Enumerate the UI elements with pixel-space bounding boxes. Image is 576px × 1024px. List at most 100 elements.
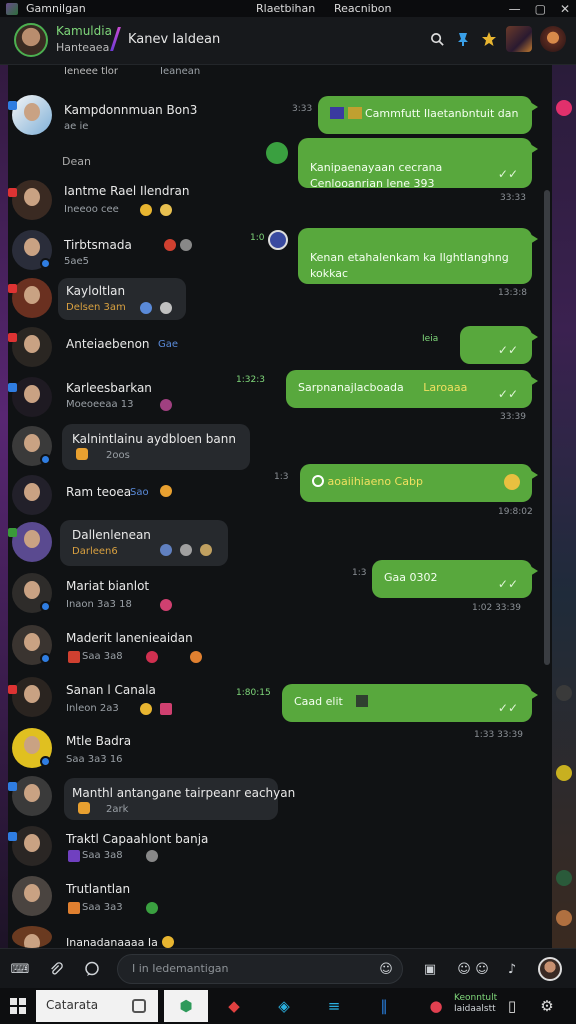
emoji-icon[interactable]: ☺ [376, 959, 396, 979]
pin-icon[interactable] [454, 30, 472, 48]
message-sender: Trutlantlan [66, 882, 131, 896]
chat-bubble-icon[interactable] [82, 959, 102, 979]
message-sender: Manthl antangane tairpeanr eachyan [72, 786, 296, 800]
emoji-icon [160, 703, 172, 715]
titlebar-label-right: Reacnibon [334, 2, 392, 15]
avatar[interactable] [12, 876, 52, 916]
status-icon [312, 475, 324, 487]
wallpaper-art [552, 65, 576, 948]
avatar[interactable] [12, 776, 52, 816]
emoji-icon [68, 902, 80, 914]
verified-badge [40, 258, 51, 269]
message-bubble[interactable]: Kanipaenayaan cecrana Cenlooanrian lene … [298, 138, 538, 190]
verified-badge [40, 601, 51, 612]
avatar[interactable] [538, 957, 562, 981]
taskbar-app-icon[interactable]: ≡ [312, 990, 356, 1022]
message-bubble[interactable]: aoaiihiaeno Cabp [300, 464, 538, 502]
message-text: aoaiihiaeno Cabp [327, 475, 423, 488]
avatar[interactable] [268, 230, 288, 250]
message-bubble[interactable]: Caad elit ✓✓ [282, 684, 538, 722]
emoji-icon [140, 302, 152, 314]
message-input[interactable]: I in Iedemantigan [117, 954, 403, 984]
chat-scrollbar[interactable] [544, 190, 550, 665]
message-meta: ae ie [64, 121, 89, 132]
message-meta: Darleen6 [72, 546, 118, 557]
message-sender: Karleesbarkan [66, 381, 152, 395]
search-icon[interactable] [428, 30, 446, 48]
emoji-icon [160, 204, 172, 216]
taskbar-app-icon[interactable]: ◆ [212, 990, 256, 1022]
taskbar-search[interactable]: Catarata [36, 990, 158, 1022]
avatar[interactable] [12, 475, 52, 515]
message-sender: Maderit lanenieaidan [66, 631, 193, 645]
attach-icon[interactable] [46, 959, 66, 979]
message-text: Kenan etahalenkam ka Ilghtlanghng kokkac [310, 251, 509, 280]
close-button[interactable]: ✕ [560, 2, 570, 16]
message-bubble[interactable]: Sarpnanajlacboada Laroaaa ✓✓ [286, 370, 538, 408]
flag-icon [8, 685, 17, 694]
emoji-icon [160, 399, 172, 411]
mic-icon[interactable]: ♪ [502, 959, 522, 979]
message-meta: Saa 3a3 16 [66, 754, 123, 765]
maximize-button[interactable]: ▢ [535, 2, 546, 16]
avatar[interactable] [12, 926, 52, 948]
message-meta: Moeoeeaa 13 [66, 399, 134, 410]
taskbar-app-icon[interactable]: ⬢ [164, 990, 208, 1022]
tray-label-bottom: Iaidaalstt [454, 1004, 496, 1014]
taskbar-app-icon[interactable]: ◈ [262, 990, 306, 1022]
message-text: Caad elit [294, 695, 343, 708]
message-sender: Iantme Rael Ilendran [64, 184, 190, 198]
message-text: Sarpnanajlacboada [298, 381, 404, 394]
message-bubble[interactable]: Gaa 0302 ✓✓ [372, 560, 538, 598]
minimize-button[interactable]: — [509, 2, 521, 16]
reaction-icon[interactable] [266, 142, 288, 164]
message-sender: Dallenlenean [72, 528, 151, 542]
verified-badge [40, 756, 51, 767]
window-titlebar: Gamnilgan Rlaetbihan Reacnibon — ▢ ✕ [0, 0, 576, 17]
avatar[interactable] [12, 95, 52, 135]
taskbar-search-text: Catarata [46, 998, 99, 1012]
message-bubble[interactable]: Cammfutt Ilaetanbntuit dan [318, 96, 538, 134]
media-thumbnail[interactable] [540, 26, 566, 52]
star-icon[interactable] [480, 30, 498, 48]
emoji-icon[interactable]: ☺ [472, 959, 492, 979]
message-text: Kanipaenayaan cecrana Cenlooanrian lene … [310, 161, 443, 190]
message-bubble[interactable] [62, 424, 250, 470]
composer-bar: ⌨ I in Iedemantigan ☺ ▣ ☺ ☺ ♪ [0, 948, 576, 988]
message-sender: Tirbtsmada [64, 238, 132, 252]
notification-icon[interactable]: ⚙ [530, 990, 564, 1022]
message-meta: 2oos [106, 450, 130, 461]
flag-icon [8, 333, 17, 342]
highlight-text: Laroaaa [423, 381, 468, 394]
media-thumbnail[interactable] [506, 26, 532, 52]
emoji-icon [200, 544, 212, 556]
windows-start-icon[interactable] [10, 998, 26, 1014]
message-time: 33:33 [500, 193, 526, 203]
avatar[interactable] [12, 826, 52, 866]
read-tick-icon: ✓✓ [497, 343, 518, 357]
read-tick-icon: ✓✓ [497, 167, 518, 181]
avatar[interactable] [12, 180, 52, 220]
avatar[interactable] [12, 677, 52, 717]
message-input-placeholder: I in Iedemantigan [132, 962, 229, 975]
emoji-icon[interactable]: ☺ [454, 959, 474, 979]
message-bubble[interactable] [60, 520, 228, 566]
avatar[interactable] [12, 327, 52, 367]
avatar[interactable] [12, 522, 52, 562]
message-bubble[interactable]: ✓✓ [460, 326, 538, 364]
message-meta: 5ae5 [64, 256, 90, 267]
message-bubble[interactable]: Kenan etahalenkam ka Ilghtlanghng kokkac [298, 228, 538, 284]
battery-icon[interactable]: ▯ [498, 990, 526, 1022]
sticker-icon[interactable]: ▣ [420, 959, 440, 979]
avatar[interactable] [12, 377, 52, 417]
taskbar-app-icon[interactable]: ● [414, 990, 458, 1022]
keyboard-icon[interactable]: ⌨ [10, 959, 30, 979]
chat-header: Kamuldia Hanteaea Kanev Ialdean [0, 17, 576, 65]
message-meta: Ineeoo cee [64, 204, 119, 215]
read-tick-icon: ✓✓ [497, 701, 518, 715]
media-thumbnail [347, 107, 362, 119]
avatar[interactable] [14, 23, 48, 57]
avatar[interactable] [12, 278, 52, 318]
taskbar-app-icon[interactable]: ∥ [362, 990, 406, 1022]
message-sender: Traktl Capaahlont banja [66, 832, 209, 846]
